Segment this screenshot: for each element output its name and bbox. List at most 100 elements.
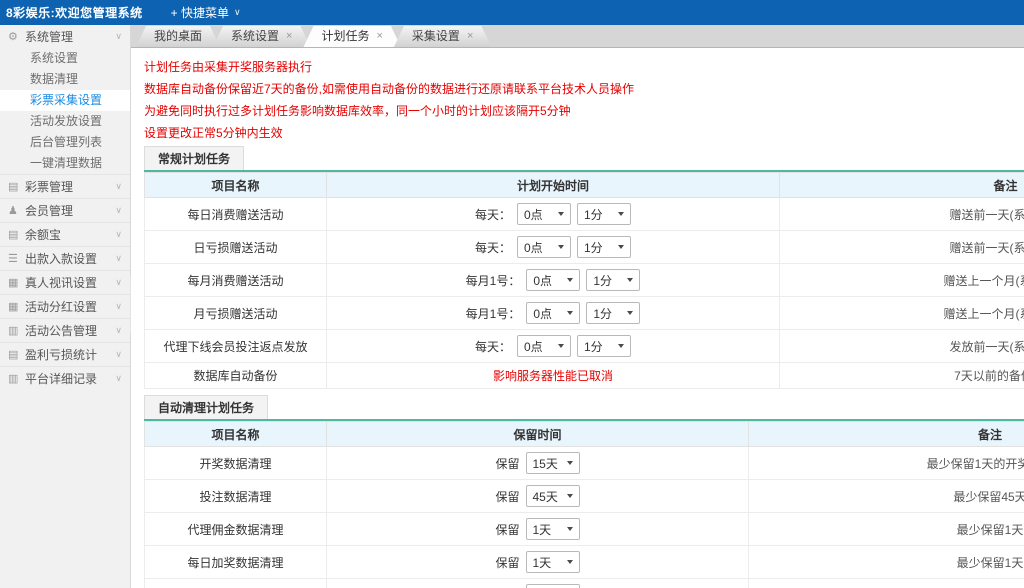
cleanup-tasks-section-title: 自动清理计划任务 [144, 395, 269, 419]
tab-label: 计划任务 [321, 29, 370, 43]
chevron-down-icon [567, 278, 574, 282]
regular-tasks-body: 每日消费赠送活动每天：0点1分赠送前一天(系统设置日亏损赠送活动每天：0点1分赠… [144, 197, 1024, 389]
table-row: 每日消费赠送活动 每天： 0点 1分 赠送前一天(系统设置 [144, 197, 1024, 231]
quick-menu-button[interactable]: + 快捷菜单 ∨ [171, 4, 241, 21]
hour-select[interactable]: 0点 [517, 203, 571, 225]
minute-select[interactable]: 1分 [577, 335, 631, 357]
minute-select[interactable]: 1分 [577, 236, 631, 258]
column-header-name: 项目名称 [144, 421, 327, 447]
tab-我的桌面[interactable]: 我的桌面 [136, 26, 220, 47]
sidebar-item-活动分红设置[interactable]: ▦ 活动分红设置 ∨ [0, 294, 130, 318]
sidebar-item-真人视讯设置[interactable]: ▦ 真人视讯设置 ∨ [0, 270, 130, 294]
chevron-down-icon: ∨ [115, 205, 122, 215]
chevron-down-icon: ∨ [115, 349, 122, 359]
cleanup-tasks-body: 开奖数据清理保留15天最少保留1天的开奖数据投注数据清理保留45天最少保留45天… [144, 446, 1024, 588]
remark-cell: 发放前一天(系统设置 [779, 329, 1024, 363]
sidebar-item-会员管理[interactable]: ♟ 会员管理 ∨ [0, 198, 130, 222]
select-value: 1分 [593, 306, 613, 321]
keep-days-select[interactable]: 1天 [525, 518, 580, 540]
sidebar-subitem-彩票采集设置[interactable]: 彩票采集设置 [0, 90, 130, 111]
keep-days-select[interactable]: 1天 [525, 551, 580, 573]
chevron-down-icon: ∨ [115, 325, 122, 335]
minute-select[interactable]: 1分 [586, 269, 641, 291]
chevron-down-icon: ∨ [115, 373, 122, 383]
schedule-label: 每月1号： [465, 273, 521, 288]
chevron-down-icon: ∨ [115, 31, 122, 41]
hour-select[interactable]: 0点 [526, 302, 581, 324]
select-value: 0点 [524, 240, 543, 255]
chevron-down-icon [566, 461, 573, 465]
chevron-down-icon [566, 527, 573, 531]
user-icon: ♟ [8, 205, 18, 217]
regular-tasks-table: 项目名称 计划开始时间 备注 每日消费赠送活动每天：0点1分赠送前一天(系统设置… [144, 172, 1024, 389]
close-icon[interactable]: × [286, 31, 292, 42]
close-icon[interactable]: × [376, 31, 382, 42]
tab-系统设置[interactable]: 系统设置 × [213, 26, 310, 47]
chevron-down-icon: ∨ [115, 253, 122, 263]
close-icon[interactable]: × [467, 31, 473, 42]
sidebar-item-label: 会员管理 [25, 204, 74, 218]
sidebar-subitem-后台管理列表[interactable]: 后台管理列表 [0, 132, 130, 153]
sidebar-item-余额宝[interactable]: ▤ 余额宝 ∨ [0, 222, 130, 246]
hour-select[interactable]: 0点 [517, 236, 571, 258]
task-name-cell: 数据库自动备份 [144, 362, 327, 389]
remark-cell: 最少保留45天 [748, 578, 1024, 588]
warning-text: 计划任务由采集开奖服务器执行 [144, 60, 313, 74]
tab-采集设置[interactable]: 采集设置 × [394, 26, 491, 47]
sidebar-subitem-系统设置[interactable]: 系统设置 [0, 48, 130, 69]
column-header-remark: 备注 [748, 421, 1024, 447]
sidebar-subitem-活动发放设置[interactable]: 活动发放设置 [0, 111, 130, 132]
select-value: 0点 [524, 207, 543, 222]
sidebar-item-平台详细记录[interactable]: ▥ 平台详细记录 ∨ [0, 366, 130, 390]
schedule-group: 每天： 0点 1分 [327, 236, 779, 258]
sidebar-subitem-一键清理数据[interactable]: 一键清理数据 [0, 153, 130, 174]
task-name-cell: 每日加奖数据清理 [144, 545, 327, 579]
tab-label: 我的桌面 [154, 29, 203, 43]
tab-label: 采集设置 [411, 29, 460, 43]
minute-select[interactable]: 1分 [577, 203, 631, 225]
chevron-down-icon [627, 311, 634, 315]
schedule-group: 每月1号： 0点 1分 [327, 269, 779, 291]
sidebar-item-盈利亏损统计[interactable]: ▤ 盈利亏损统计 ∨ [0, 342, 130, 366]
chevron-down-icon [618, 212, 624, 216]
sidebar-item-label: 平台详细记录 [25, 372, 98, 386]
remark-cell: 最少保留1天 [748, 512, 1024, 546]
schedule-group: 每月1号： 0点 1分 [327, 302, 779, 324]
keep-days-select[interactable]: 15天 [525, 452, 580, 474]
chevron-down-icon [627, 278, 634, 282]
schedule-group: 每天： 0点 1分 [327, 203, 779, 225]
sidebar-item-活动公告管理[interactable]: ▥ 活动公告管理 ∨ [0, 318, 130, 342]
schedule-group: 每天： 0点 1分 [327, 335, 779, 357]
chevron-down-icon: ∨ [115, 277, 122, 287]
table-row: 月亏损赠送活动 每月1号： 0点 1分 赠送上一个月(系统设置 [144, 296, 1024, 330]
warning-list: 计划任务由采集开奖服务器执行数据库自动备份保留近7天的备份,如需使用自动备份的数… [144, 56, 1024, 144]
brand-title: 8彩娱乐:欢迎您管理系统 [6, 6, 143, 20]
sidebar-item-label: 出款入款设置 [25, 252, 98, 266]
sidebar-item-彩票管理[interactable]: ▤ 彩票管理 ∨ [0, 174, 130, 198]
remark-cell: 赠送前一天(系统设置 [779, 197, 1024, 231]
sidebar-item-出款入款设置[interactable]: ☰ 出款入款设置 ∨ [0, 246, 130, 270]
task-name-cell: 账变记录数据清理 [144, 578, 327, 588]
keep-days-select[interactable]: 45天 [525, 584, 580, 588]
select-value: 1分 [593, 273, 613, 288]
keep-days-select[interactable]: 45天 [525, 485, 580, 507]
sidebar-subitem-数据清理[interactable]: 数据清理 [0, 69, 130, 90]
select-value: 1分 [584, 339, 603, 354]
tab-计划任务[interactable]: 计划任务 × [303, 26, 400, 47]
hour-select[interactable]: 0点 [517, 335, 571, 357]
warning-text: 设置更改正常5分钟内生效 [144, 126, 283, 140]
column-header-name: 项目名称 [144, 172, 327, 198]
regular-tasks-section-head: 常规计划任务 [144, 146, 1024, 172]
table-header-row: 项目名称 计划开始时间 备注 [144, 172, 1024, 198]
sidebar-item-系统管理[interactable]: ⚙ 系统管理 ∨ [0, 25, 130, 48]
sidebar-item-label: 真人视讯设置 [25, 276, 98, 290]
warning-text: 数据库自动备份保留近7天的备份,如需使用自动备份的数据进行还原请联系平台技术人员… [144, 82, 635, 96]
chevron-down-icon: ∨ [115, 229, 122, 239]
keep-time-cell: 保留 1天 [326, 545, 749, 579]
record-icon: ▥ [8, 373, 19, 385]
task-name-cell: 投注数据清理 [144, 479, 327, 513]
table-row: 数据库自动备份 影响服务器性能已取消 7天以前的备份数据 [144, 362, 1024, 389]
minute-select[interactable]: 1分 [586, 302, 641, 324]
hour-select[interactable]: 0点 [526, 269, 581, 291]
select-value: 15天 [532, 456, 558, 471]
